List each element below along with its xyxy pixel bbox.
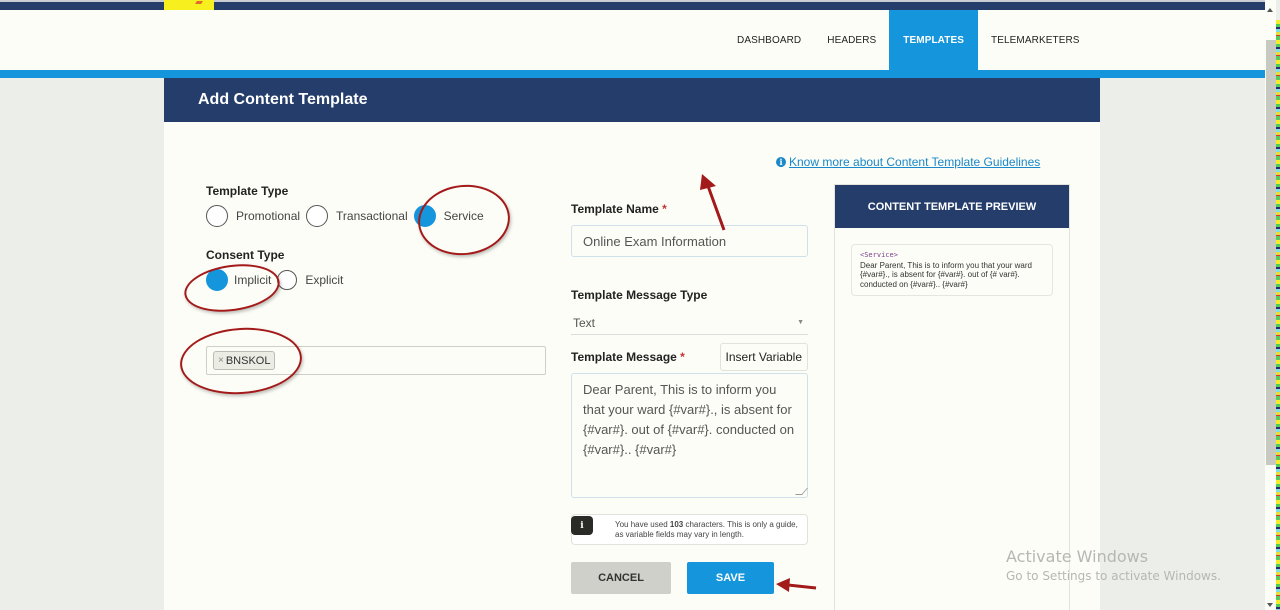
- consent-type-label: Consent Type: [206, 248, 285, 262]
- logo[interactable]: [164, 0, 214, 10]
- radio-circle-explicit[interactable]: [277, 270, 298, 290]
- preview-type-tag: <Service>: [860, 251, 898, 259]
- watermark-line1: Activate Windows: [1006, 547, 1149, 566]
- message-type-label: Template Message Type: [571, 288, 708, 302]
- info-icon: i: [571, 516, 593, 535]
- preview-title: CONTENT TEMPLATE PREVIEW: [835, 185, 1069, 228]
- chevron-down-icon: ▼: [797, 319, 804, 326]
- message-type-select[interactable]: Text ▼: [571, 311, 808, 335]
- radio-service[interactable]: Service: [413, 205, 484, 227]
- radio-label-service: Service: [443, 209, 484, 223]
- header-tags-input[interactable]: × BNSKOL: [206, 346, 546, 375]
- accent-bar: [0, 70, 1265, 78]
- char-count-note: i You have used 103 characters. This is …: [571, 514, 808, 545]
- template-form: Template Name * Online Exam Information …: [571, 202, 808, 594]
- template-message-textarea[interactable]: Dear Parent, This is to inform you that …: [571, 373, 808, 498]
- message-type-value: Text: [573, 315, 596, 330]
- radio-circle-implicit[interactable]: [206, 269, 228, 291]
- template-name-label: Template Name *: [571, 202, 808, 216]
- template-type-group: Promotional Transactional Service: [206, 204, 546, 228]
- radio-label-transactional: Transactional: [336, 209, 408, 223]
- scroll-thumb[interactable]: [1266, 40, 1276, 465]
- radio-label-explicit: Explicit: [305, 273, 344, 287]
- template-message-text: Dear Parent, This is to inform you that …: [583, 382, 795, 457]
- guidelines-link-text[interactable]: Know more about Content Template Guideli…: [789, 155, 1040, 169]
- radio-transactional[interactable]: Transactional: [306, 205, 408, 227]
- form-actions: CANCEL SAVE: [571, 562, 808, 594]
- cancel-button[interactable]: CANCEL: [571, 562, 671, 594]
- radio-label-promotional: Promotional: [236, 209, 301, 223]
- radio-explicit[interactable]: Explicit: [277, 270, 343, 290]
- template-name-input[interactable]: Online Exam Information: [571, 225, 808, 257]
- nav-templates[interactable]: TEMPLATES: [889, 10, 979, 70]
- radio-circle-promotional[interactable]: [206, 205, 228, 227]
- radio-circle-transactional[interactable]: [306, 205, 329, 227]
- template-name-label-text: Template Name: [571, 202, 659, 216]
- radio-circle-service[interactable]: [413, 205, 436, 227]
- remove-tag-icon[interactable]: ×: [218, 355, 224, 366]
- template-type-label: Template Type: [206, 184, 289, 198]
- nav-menu: DASHBOARD HEADERS TEMPLATES TELEMARKETER…: [724, 10, 1093, 70]
- header-tag: × BNSKOL: [213, 351, 276, 370]
- preview-message: <Service> Dear Parent, This is to inform…: [851, 244, 1053, 296]
- add-template-card: Add Content Template i Know more about C…: [164, 78, 1100, 610]
- consent-type-group: Implicit Explicit: [206, 268, 546, 292]
- preview-body: Dear Parent, This is to inform you that …: [860, 260, 1032, 289]
- watermark-line2: Go to Settings to activate Windows.: [1006, 569, 1221, 583]
- char-count-text: You have used 103 characters. This is on…: [615, 520, 807, 540]
- info-icon: i: [776, 157, 786, 167]
- char-note-prefix: You have used: [615, 519, 670, 529]
- header-tag-label: BNSKOL: [225, 354, 271, 367]
- nav-headers[interactable]: HEADERS: [814, 10, 889, 70]
- save-button[interactable]: SAVE: [687, 562, 774, 594]
- vertical-scrollbar[interactable]: [1265, 0, 1276, 610]
- type-section: Template Type Promotional Transactional …: [206, 184, 546, 292]
- char-count-value: 103: [669, 519, 684, 529]
- nav-telemarketers[interactable]: TELEMARKETERS: [978, 10, 1093, 70]
- scroll-up-arrow-icon[interactable]: [1267, 8, 1273, 12]
- radio-promotional[interactable]: Promotional: [206, 205, 300, 227]
- guidelines-link[interactable]: i Know more about Content Template Guide…: [776, 155, 1040, 169]
- nav-dashboard[interactable]: DASHBOARD: [724, 10, 814, 70]
- required-mark: *: [662, 202, 667, 216]
- required-mark: *: [680, 350, 685, 364]
- resize-handle[interactable]: [795, 488, 808, 495]
- radio-label-implicit: Implicit: [234, 273, 272, 287]
- insert-variable-button[interactable]: Insert Variable: [719, 343, 808, 371]
- template-message-label: Template Message *: [571, 350, 685, 364]
- message-header-row: Template Message * Insert Variable: [571, 343, 808, 371]
- page-title: Add Content Template: [164, 78, 1100, 122]
- radio-implicit[interactable]: Implicit: [206, 269, 271, 291]
- top-navbar: DASHBOARD HEADERS TEMPLATES TELEMARKETER…: [0, 10, 1265, 70]
- scroll-down-arrow-icon[interactable]: [1267, 603, 1273, 607]
- template-message-label-text: Template Message: [571, 350, 677, 364]
- side-color-strip: [1276, 20, 1280, 610]
- activate-windows-watermark: Activate Windows Go to Settings to activ…: [1006, 547, 1221, 583]
